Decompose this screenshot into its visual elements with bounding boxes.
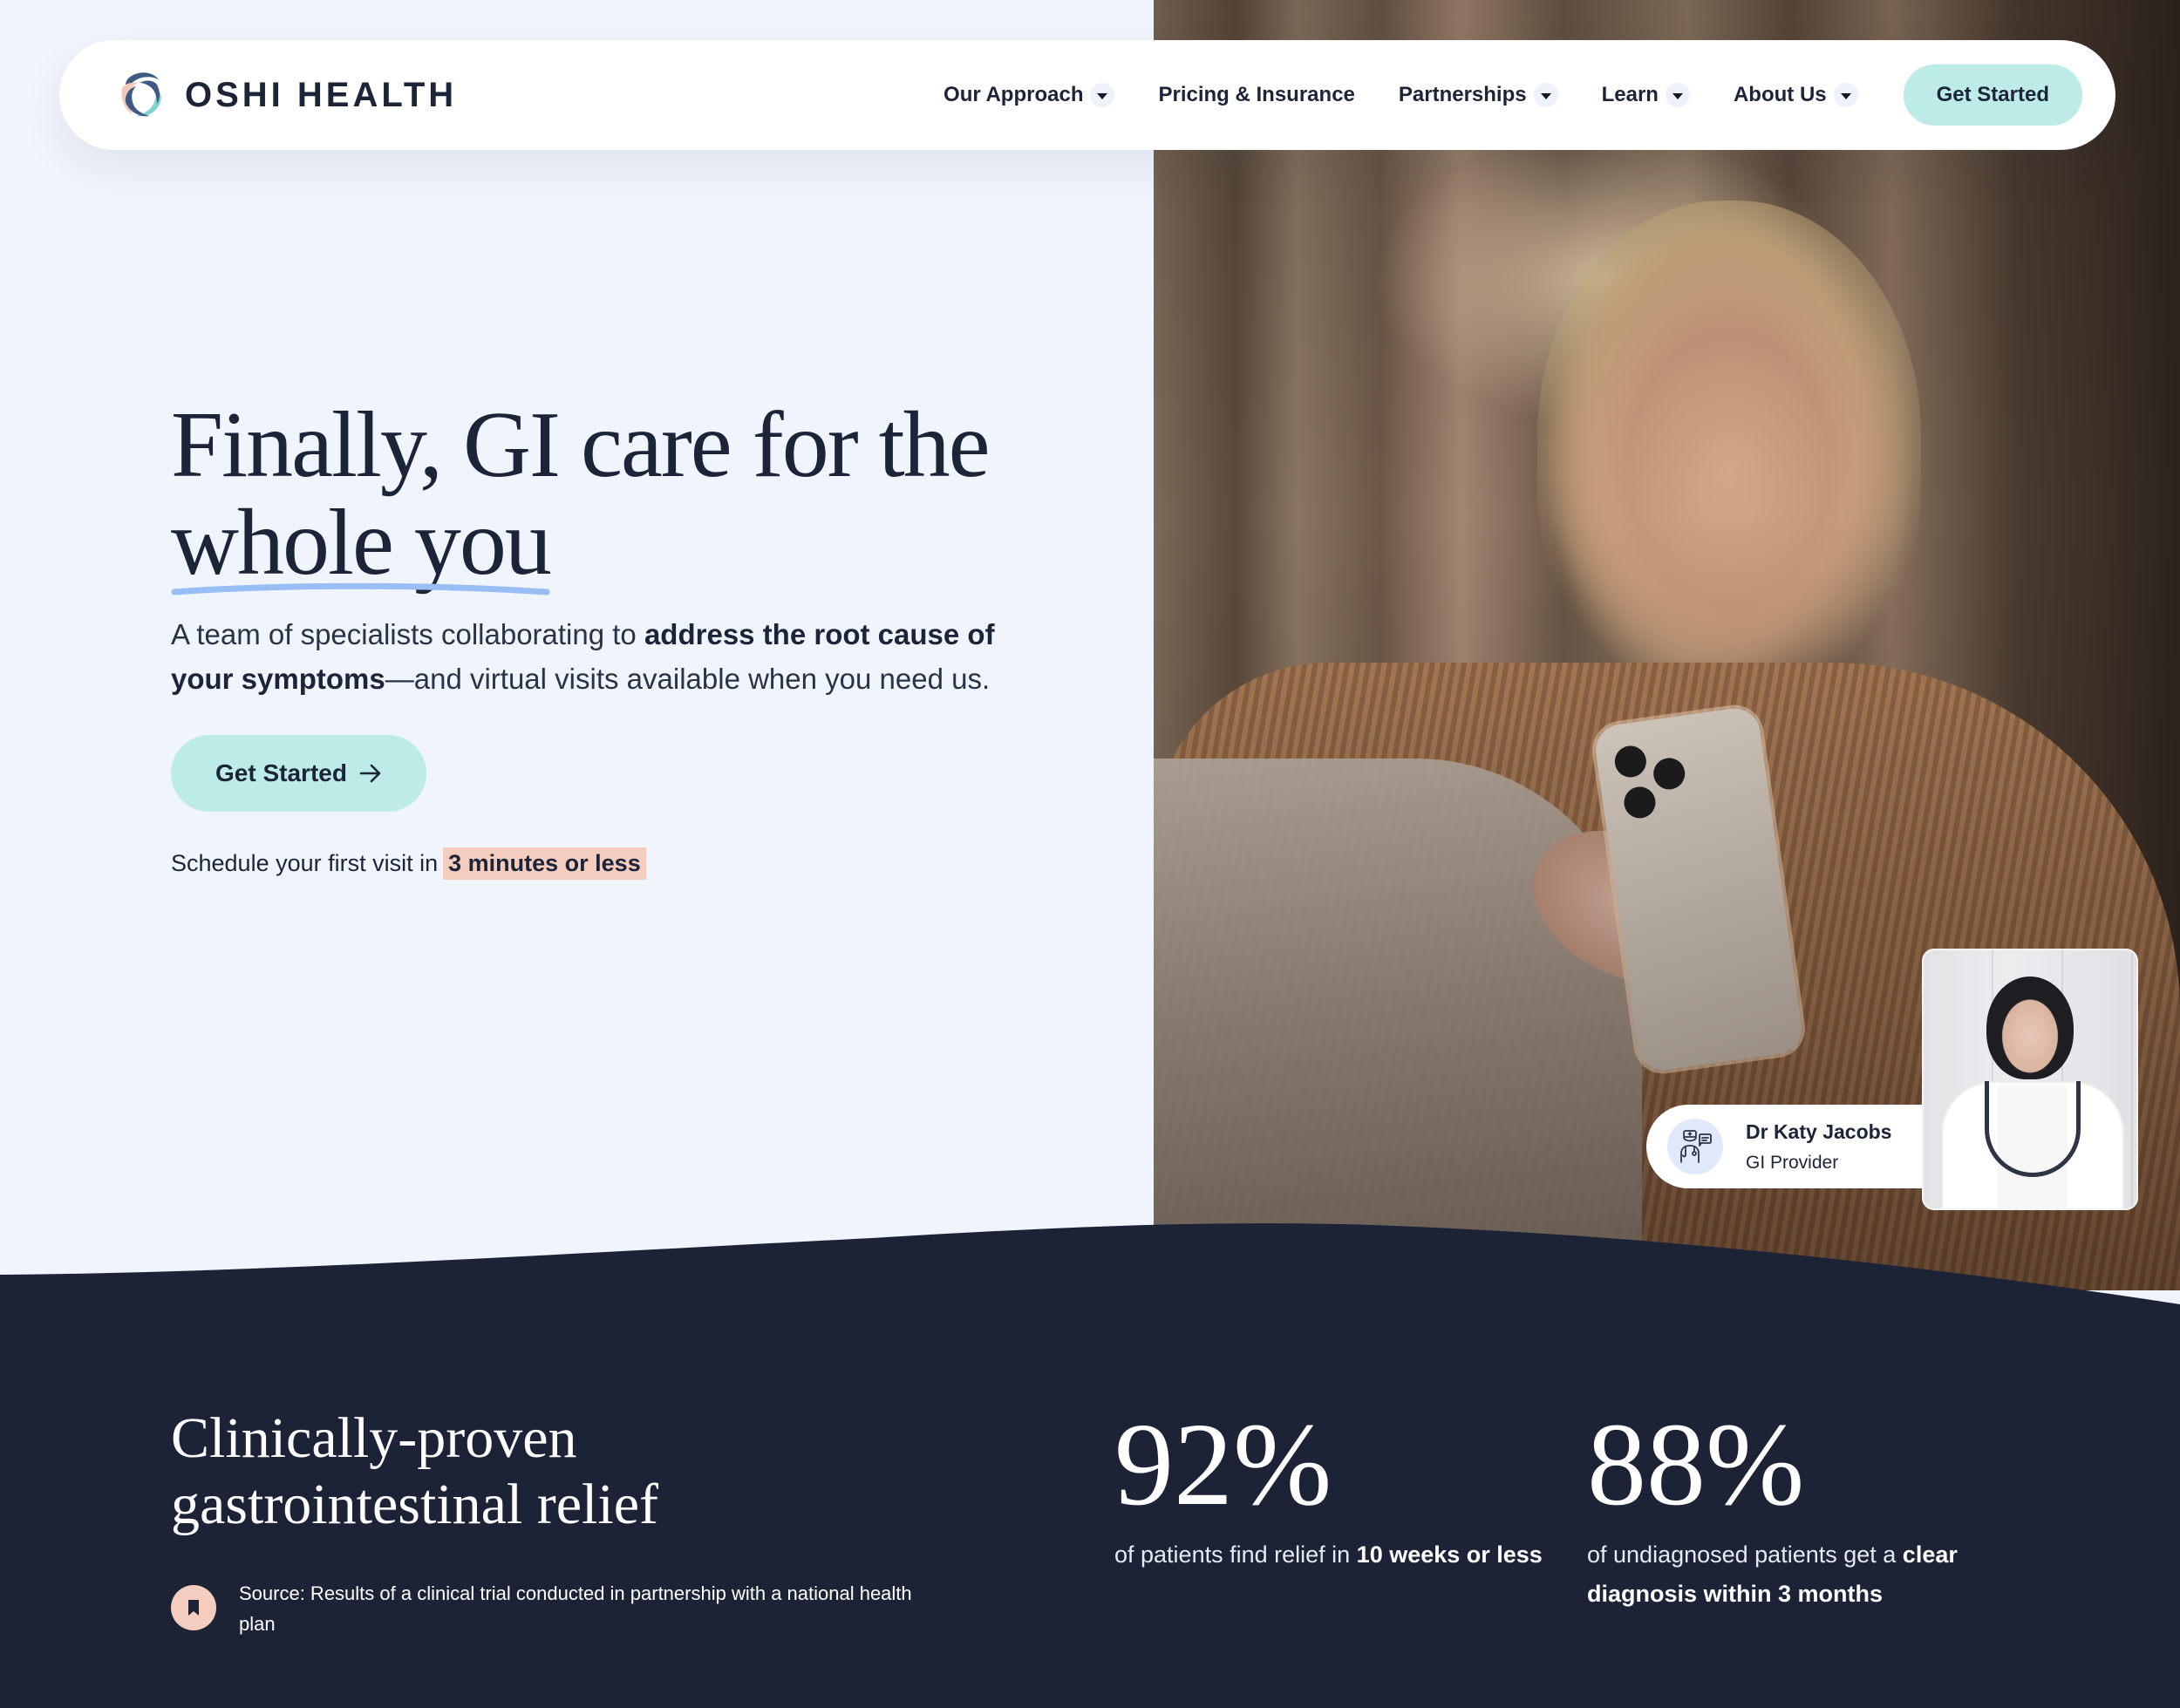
provider-name: Dr Katy Jacobs	[1746, 1119, 1892, 1143]
nav-item-label: Our Approach	[944, 83, 1084, 106]
source-note: Source: Results of a clinical trial cond…	[171, 1578, 956, 1639]
stats-title: Clinically-proven gastrointestinal relie…	[171, 1406, 658, 1536]
hero-subtitle: A team of specialists collaborating to a…	[171, 618, 995, 695]
nav-menu: Our Approach Pricing & Insurance Partner…	[944, 65, 2082, 126]
nav-get-started-button[interactable]: Get Started	[1903, 65, 2082, 126]
nav-item-partnerships[interactable]: Partnerships	[1399, 83, 1558, 107]
hero-title: Finally, GI care for the whole you	[171, 397, 1130, 595]
navbar: OSHI HEALTH Our Approach Pricing & Insur…	[59, 40, 2115, 150]
provider-card: Dr Katy Jacobs GI Provider	[1646, 1105, 1943, 1188]
logo-text: OSHI HEALTH	[185, 75, 458, 114]
nav-item-label: Partnerships	[1398, 83, 1527, 106]
hero-title-highlight: whole you	[171, 494, 552, 595]
arrow-right-icon	[359, 764, 381, 783]
nav-item-label: About Us	[1733, 83, 1827, 106]
schedule-note: Schedule your first visit in 3 minutes o…	[171, 847, 646, 880]
underline-stroke	[171, 582, 550, 595]
nav-item-about-us[interactable]: About Us	[1734, 83, 1858, 107]
source-text: Source: Results of a clinical trial cond…	[239, 1582, 912, 1635]
caret-down-icon[interactable]	[1533, 83, 1558, 107]
nav-item-label: Pricing & Insurance	[1158, 83, 1355, 106]
logo[interactable]: OSHI HEALTH	[113, 67, 457, 123]
nav-item-learn[interactable]: Learn	[1602, 83, 1690, 107]
stat-relief: 92% of patients find relief in 10 weeks …	[1114, 1399, 1550, 1575]
hero-cta-label: Get Started	[215, 759, 347, 786]
caret-down-icon[interactable]	[1665, 83, 1690, 107]
nav-item-our-approach[interactable]: Our Approach	[944, 83, 1115, 107]
schedule-highlight: 3 minutes or less	[443, 847, 646, 880]
provider-role: GI Provider	[1746, 1152, 1839, 1173]
provider-video-thumbnail	[1922, 949, 2138, 1210]
stat-description: of undiagnosed patients get a clear diag…	[1587, 1541, 1958, 1607]
stat-value: 88%	[1587, 1399, 1805, 1530]
caret-down-icon[interactable]	[1090, 83, 1115, 107]
nav-item-pricing-insurance[interactable]: Pricing & Insurance	[1158, 83, 1354, 107]
hero-get-started-button[interactable]: Get Started	[171, 735, 426, 812]
nav-item-label: Learn	[1601, 83, 1659, 106]
logo-swirl-icon	[121, 72, 161, 117]
stat-value: 92%	[1114, 1399, 1332, 1530]
caret-down-icon[interactable]	[1833, 83, 1858, 107]
bookmark-icon	[171, 1585, 216, 1630]
doctor-chat-icon	[1667, 1119, 1723, 1174]
hero-title-line1: Finally, GI care for the	[171, 393, 991, 497]
stat-diagnosis: 88% of undiagnosed patients get a clear …	[1587, 1399, 2023, 1614]
stat-description: of patients find relief in 10 weeks or l…	[1114, 1541, 1543, 1568]
